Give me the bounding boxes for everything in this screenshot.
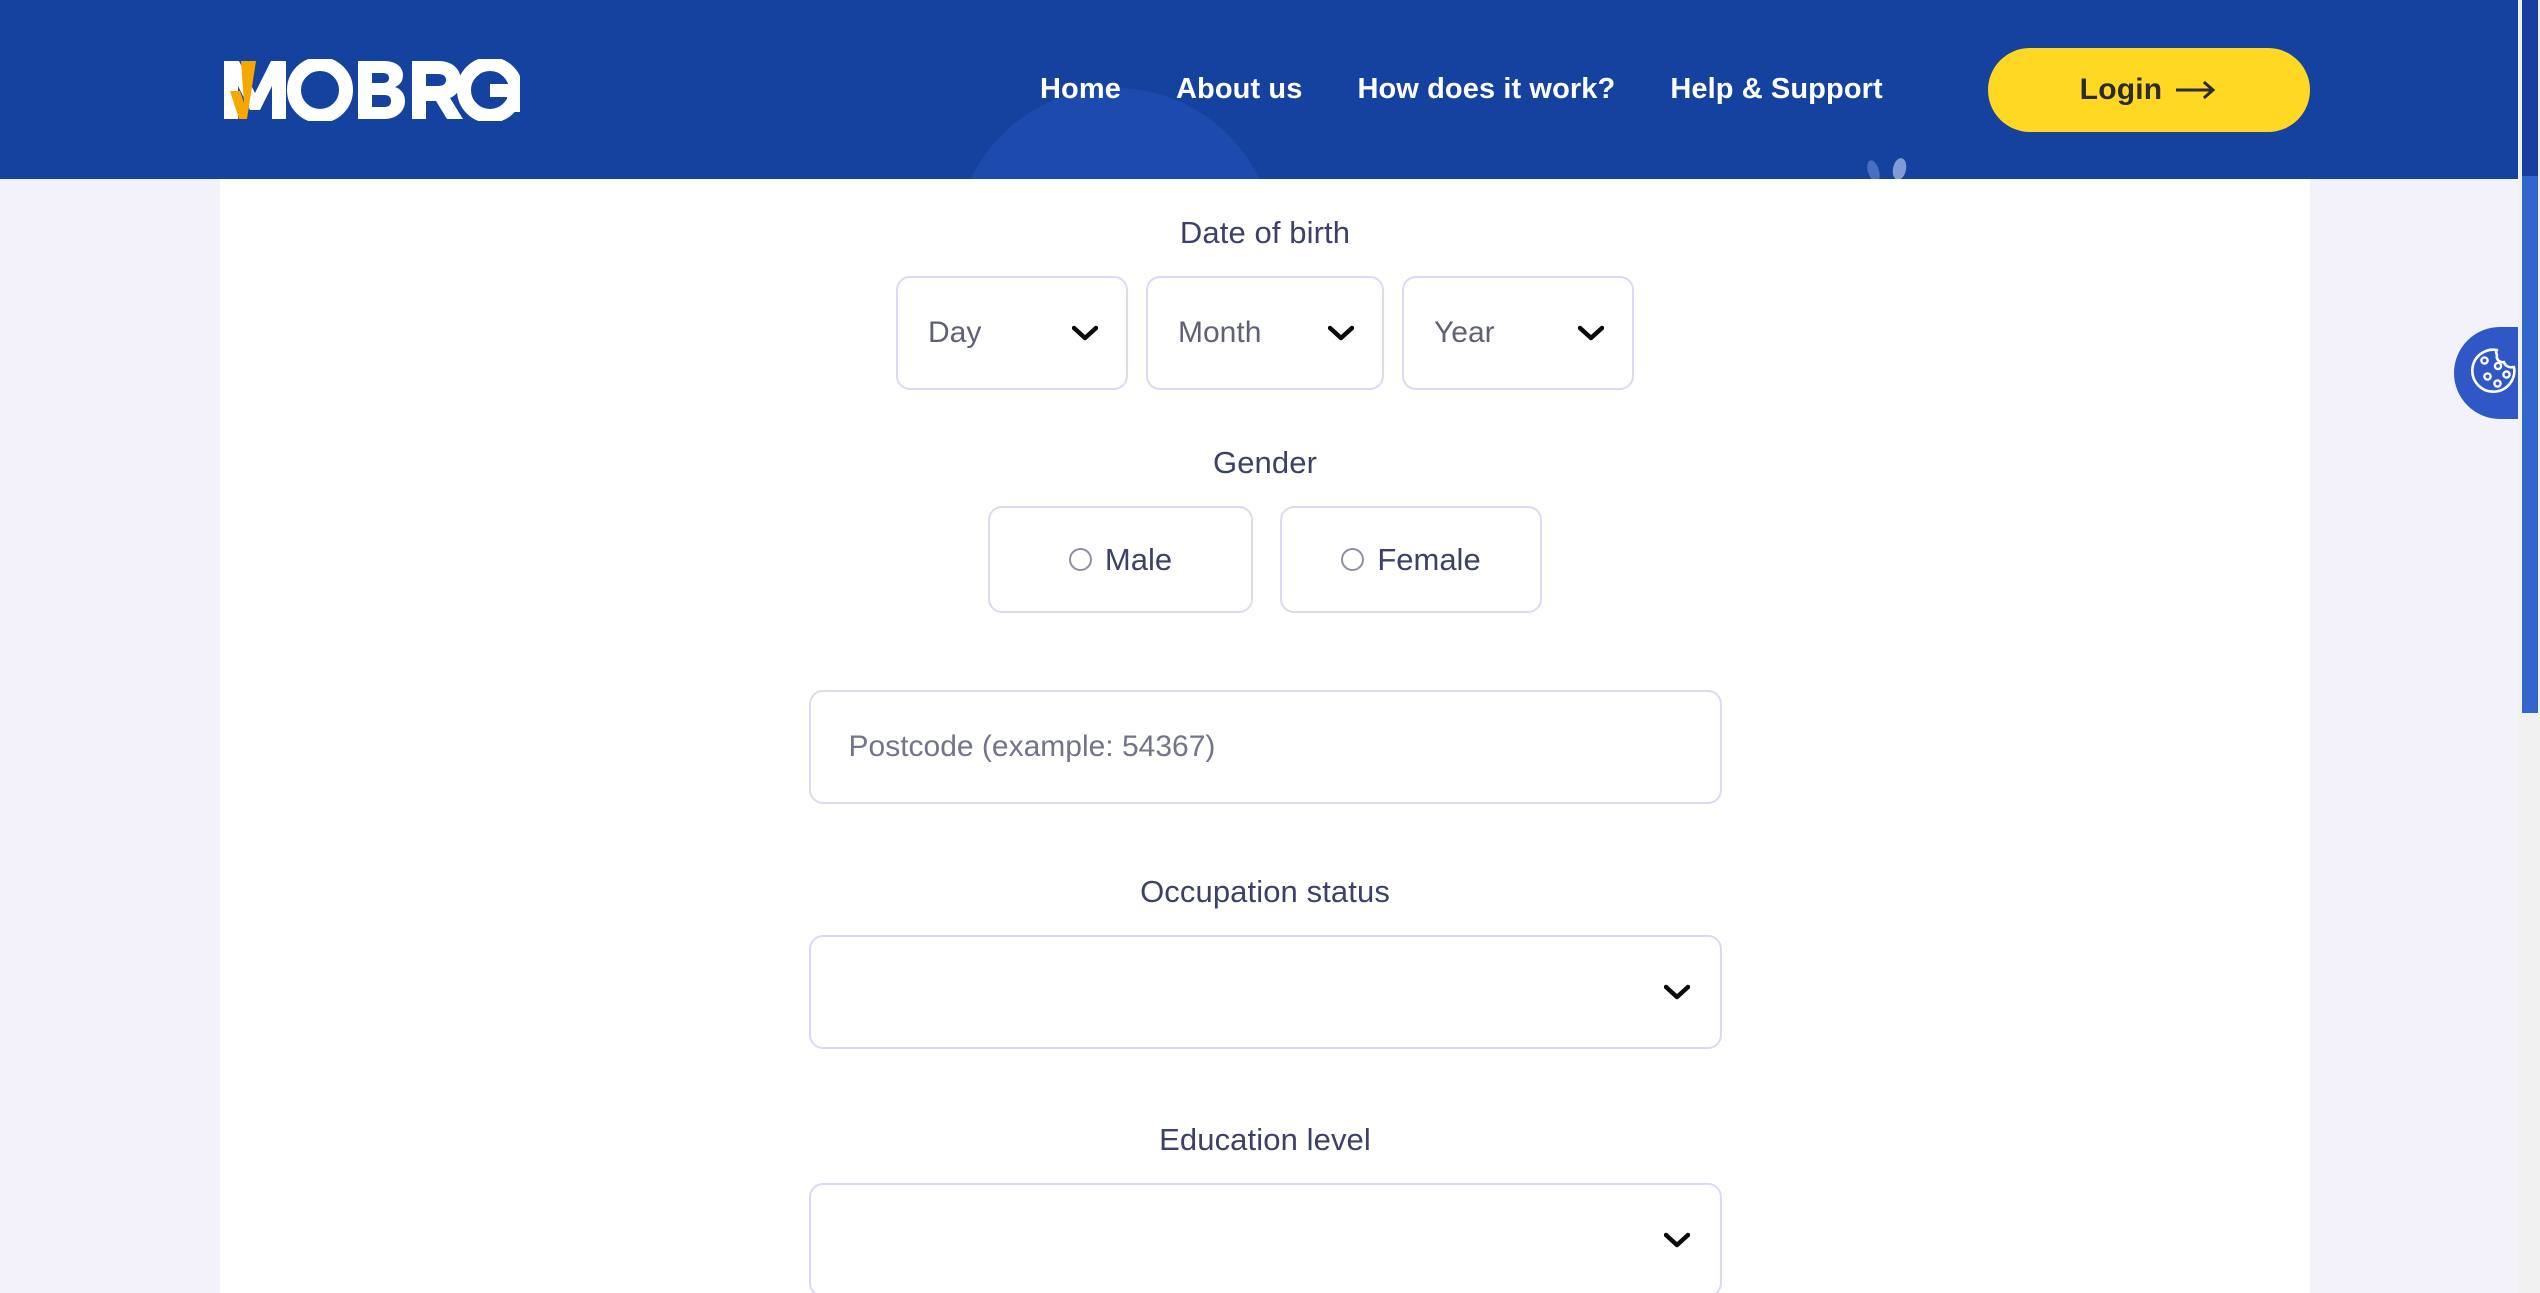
education-level-block: Education level <box>808 1049 1722 1293</box>
mobrog-logo[interactable] <box>222 58 520 122</box>
gender-row: Male Female <box>988 506 1542 613</box>
main-navigation: Home About us How does it work? Help & S… <box>1040 0 1883 179</box>
occupation-status-block: Occupation status <box>808 804 1722 1049</box>
education-level-label: Education level <box>1159 1122 1371 1157</box>
education-level-select[interactable] <box>808 1183 1722 1293</box>
nav-home[interactable]: Home <box>1040 63 1121 116</box>
chevron-down-icon <box>1072 325 1126 341</box>
date-of-birth-row: Day Month Year <box>896 276 1634 390</box>
chevron-down-icon <box>1663 984 1720 1000</box>
scrollbar-top-cap <box>2522 0 2538 176</box>
gender-option-female[interactable]: Female <box>1280 506 1542 613</box>
year-select[interactable]: Year <box>1402 276 1634 390</box>
occupation-status-select[interactable] <box>808 935 1722 1049</box>
login-button-label: Login <box>2079 73 2163 106</box>
day-select[interactable]: Day <box>896 276 1128 390</box>
year-select-value: Year <box>1434 316 1495 349</box>
nav-how-does-it-work[interactable]: How does it work? <box>1357 63 1615 116</box>
postcode-input[interactable] <box>808 690 1722 804</box>
gender-option-male[interactable]: Male <box>988 506 1253 613</box>
site-header: Home About us How does it work? Help & S… <box>0 0 2540 179</box>
occupation-status-label: Occupation status <box>1140 874 1390 909</box>
nav-about-us[interactable]: About us <box>1176 63 1302 116</box>
date-of-birth-label: Date of birth <box>1179 215 1351 250</box>
scrollbar-thumb[interactable] <box>2522 176 2538 713</box>
postcode-wrap <box>808 690 1722 804</box>
nav-help-support[interactable]: Help & Support <box>1670 63 1882 116</box>
gender-option-female-label: Female <box>1377 541 1481 577</box>
day-select-value: Day <box>928 316 982 349</box>
gender-label: Gender <box>1213 445 1317 480</box>
arrow-right-icon <box>2176 81 2218 99</box>
registration-form: Date of birth Day Month Year Gender Male… <box>220 179 2310 1293</box>
login-button[interactable]: Login <box>1988 48 2310 132</box>
radio-unchecked-icon <box>1341 548 1365 571</box>
chevron-down-icon <box>1663 1232 1720 1248</box>
month-select-value: Month <box>1178 316 1262 349</box>
chevron-down-icon <box>1328 325 1382 341</box>
chevron-down-icon <box>1578 325 1632 341</box>
month-select[interactable]: Month <box>1146 276 1384 390</box>
gender-option-male-label: Male <box>1104 541 1173 577</box>
radio-unchecked-icon <box>1068 548 1092 571</box>
cookie-icon <box>2467 345 2519 402</box>
